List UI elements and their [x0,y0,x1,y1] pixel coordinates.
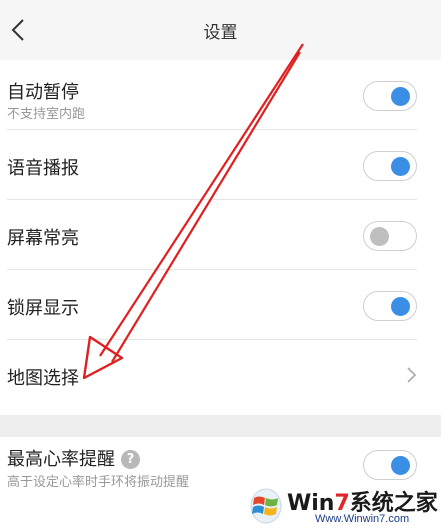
setting-voice-broadcast: 语音播报 [0,130,441,200]
heart-rate-label: 最高心率提醒 [7,449,115,470]
windows-logo-icon [250,488,282,524]
auto-pause-toggle[interactable] [363,81,417,111]
toggle-knob [391,456,410,475]
header-bar: 设置 [0,0,441,60]
chevron-left-icon [11,19,24,41]
setting-label: 地图选择 [7,368,79,389]
toggle-knob [370,227,389,246]
setting-auto-pause: 自动暂停 不支持室内跑 [0,60,441,130]
toggle-knob [391,157,410,176]
page-title: 设置 [203,22,238,43]
toggle-knob [391,87,410,106]
screen-always-on-toggle[interactable] [363,221,417,251]
chevron-right-icon [403,365,419,385]
setting-map-selection[interactable]: 地图选择 [0,340,441,410]
setting-label: 自动暂停 [7,82,79,103]
setting-sublabel: 高于设定心率时手环将振动提醒 [7,475,190,490]
setting-lock-screen-display: 锁屏显示 [0,270,441,340]
question-circle-icon[interactable]: ? [121,450,140,469]
setting-sublabel: 不支持室内跑 [7,107,86,122]
lock-screen-display-toggle[interactable] [363,291,417,321]
setting-label: 屏幕常亮 [7,228,79,249]
setting-screen-always-on: 屏幕常亮 [0,200,441,270]
voice-broadcast-toggle[interactable] [363,151,417,181]
watermark: Win7系统之家 Www.Winwin7.com [245,482,441,532]
toggle-knob [391,297,410,316]
section-separator [0,415,441,437]
max-heart-rate-toggle[interactable] [363,450,417,480]
setting-label: 锁屏显示 [7,298,79,319]
watermark-url: Www.Winwin7.com [315,513,410,525]
setting-label: 语音播报 [7,158,79,179]
setting-label: 最高心率提醒? [7,445,140,471]
back-button[interactable] [4,12,32,48]
